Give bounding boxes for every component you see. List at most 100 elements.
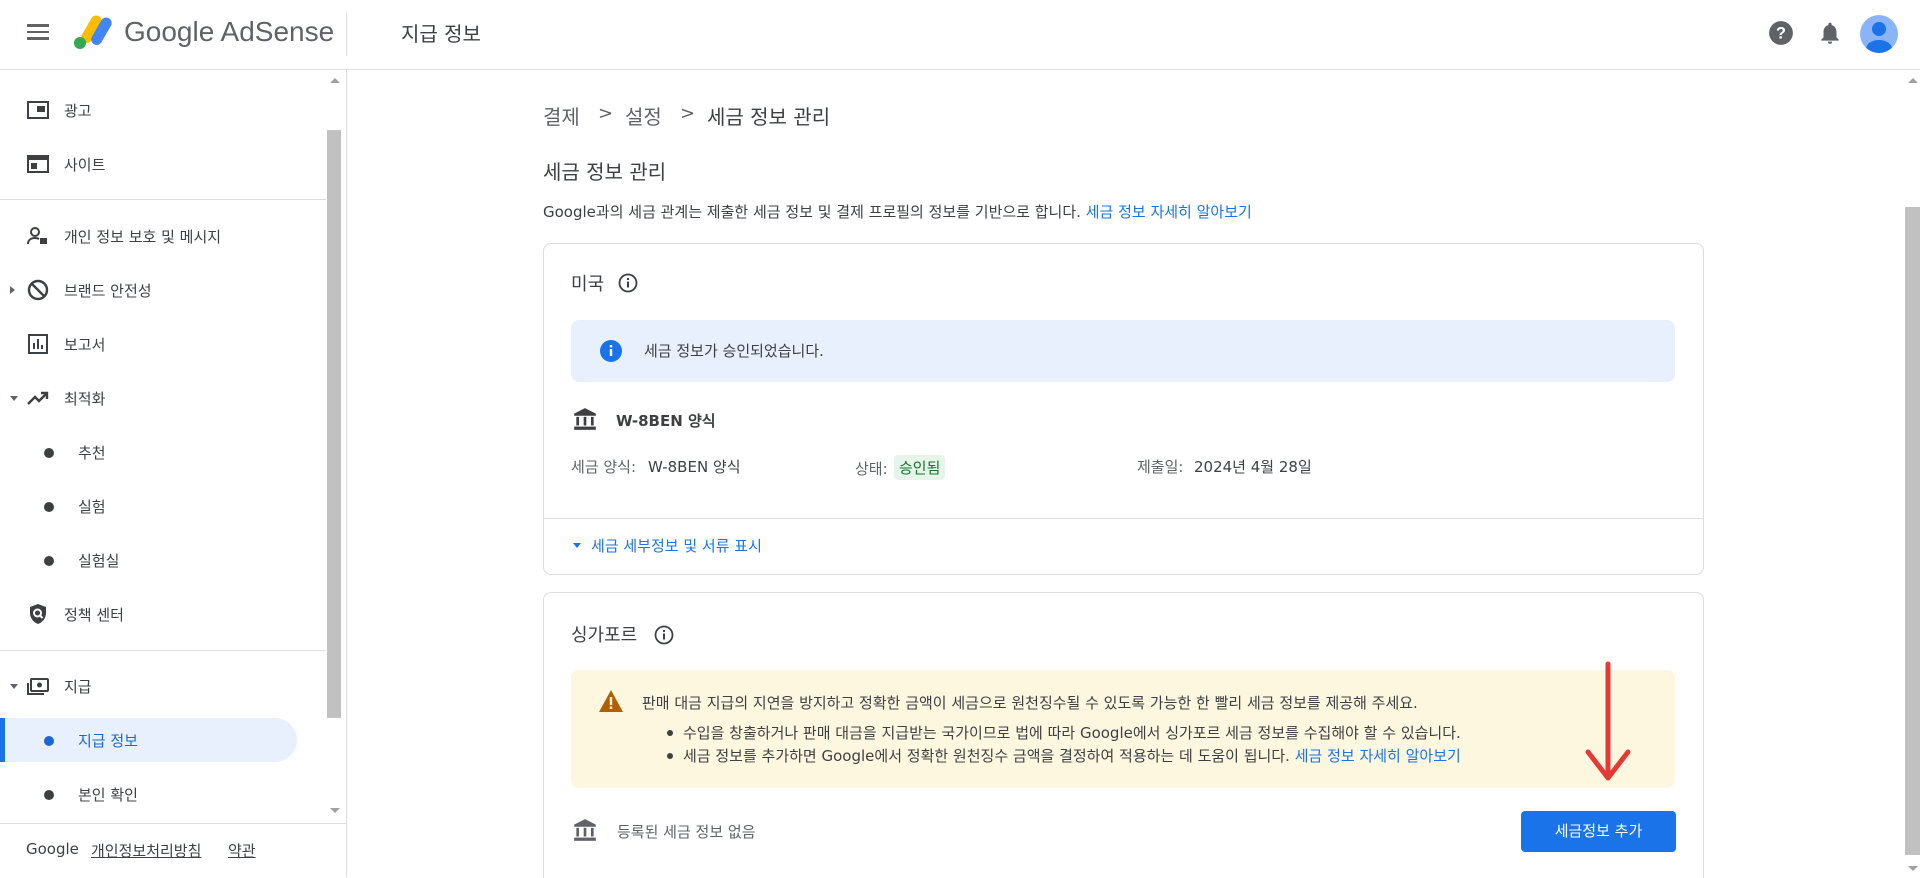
info-filled-icon (600, 340, 622, 362)
reports-icon (28, 334, 48, 354)
scroll-up-arrow-icon[interactable] (330, 78, 340, 83)
bullet-icon (44, 448, 54, 458)
intro-text: Google과의 세금 관계는 제출한 세금 정보 및 결제 프로필의 정보를 … (543, 201, 1252, 222)
clipped-text (543, 62, 683, 70)
sidebar-item-policy-center[interactable]: 정책 센터 (0, 592, 320, 636)
bullet-icon (44, 790, 54, 800)
trending-icon (27, 391, 49, 405)
expand-details-link[interactable]: 세금 세부정보 및 서류 표시 (591, 535, 762, 556)
sidebar-item-ads[interactable]: 광고 (0, 88, 320, 132)
person-icon (1866, 22, 1892, 53)
submitted-value: 2024년 4월 28일 (1194, 458, 1312, 476)
sidebar-item-label: 정책 센터 (64, 606, 124, 624)
annotation-arrow-down-icon (1585, 661, 1631, 781)
sidebar-item-label: 본인 확인 (78, 786, 138, 804)
bullet-icon (44, 502, 54, 512)
chevron-down-icon[interactable] (10, 396, 18, 401)
warning-text: 판매 대금 지급의 지연을 방지하고 정확한 금액이 세금으로 원천징수될 수 … (642, 694, 1418, 712)
payments-icon (27, 678, 49, 695)
banner-text: 세금 정보가 승인되었습니다. (644, 342, 824, 360)
breadcrumb-item-current: 세금 정보 관리 (707, 105, 831, 129)
sidebar-divider (0, 199, 326, 200)
sidebar-item-label: 광고 (64, 102, 92, 120)
form-type-value: W-8BEN 양식 (648, 458, 741, 476)
sidebar-item-experiments[interactable]: 실험 (0, 484, 320, 528)
block-icon (27, 279, 49, 301)
sidebar: 광고 사이트 개인 정보 보호 및 메시지 브랜드 안전성 보고서 최적화 추천… (0, 70, 347, 877)
sidebar-item-label: 사이트 (64, 156, 106, 174)
sidebar-item-label: 지급 정보 (78, 732, 138, 750)
card-divider (544, 518, 1703, 519)
footer-brand: Google (26, 840, 79, 858)
chevron-down-icon (573, 543, 581, 548)
scroll-up-arrow-icon[interactable] (1908, 78, 1918, 83)
page-title: 지급 정보 (401, 22, 481, 46)
notifications-icon[interactable] (1817, 20, 1843, 46)
learn-more-link[interactable]: 세금 정보 자세히 알아보기 (1295, 747, 1461, 765)
scroll-down-arrow-icon[interactable] (330, 808, 340, 813)
sidebar-item-privacy[interactable]: 개인 정보 보호 및 메시지 (0, 214, 320, 258)
chevron-down-icon[interactable] (10, 684, 18, 689)
warning-bullet: 세금 정보를 추가하면 Google에서 정확한 원천징수 금액을 결정하여 적… (667, 745, 1461, 766)
help-icon[interactable]: ? (1768, 20, 1794, 46)
menu-icon[interactable] (20, 20, 56, 48)
chevron-right-icon[interactable] (10, 286, 15, 294)
sidebar-item-label: 브랜드 안전성 (64, 282, 152, 300)
header-divider (346, 12, 347, 56)
scroll-down-arrow-icon[interactable] (1908, 866, 1918, 871)
status-label: 상태: (855, 460, 888, 478)
sidebar-item-label: 추천 (78, 444, 106, 462)
sidebar-divider (0, 650, 326, 651)
breadcrumb-item-payments[interactable]: 결제 (543, 101, 580, 130)
info-outline-icon[interactable] (654, 625, 674, 645)
sidebar-item-payment-info[interactable]: 지급 정보 (0, 718, 297, 762)
sidebar-item-recommendations[interactable]: 추천 (0, 430, 320, 474)
top-app-bar: Google AdSense 지급 정보 ? (0, 0, 1920, 70)
sidebar-item-payments[interactable]: 지급 (0, 664, 320, 708)
terms-link[interactable]: 약관 (228, 840, 256, 861)
adsense-logo-icon (74, 15, 112, 49)
sidebar-item-brand-safety[interactable]: 브랜드 안전성 (0, 268, 320, 312)
policy-icon (30, 604, 46, 624)
brand-name[interactable]: Google AdSense (124, 16, 334, 48)
bullet-icon (44, 736, 54, 746)
svg-text:?: ? (1776, 24, 1786, 42)
card-title: 싱가포르 (571, 625, 638, 646)
us-tax-card: 미국 세금 정보가 승인되었습니다. W-8BEN 양식 세금 양식: W-8B… (543, 243, 1704, 575)
no-tax-info-text: 등록된 세금 정보 없음 (617, 823, 756, 841)
sidebar-item-labs[interactable]: 실험실 (0, 538, 320, 582)
sidebar-scrollbar[interactable] (327, 130, 341, 718)
intro-body: Google과의 세금 관계는 제출한 세금 정보 및 결제 프로필의 정보를 … (543, 203, 1081, 221)
sidebar-item-identity-verification[interactable]: 본인 확인 (0, 772, 320, 816)
sidebar-item-label: 실험 (78, 498, 106, 516)
main-scrollbar[interactable] (1905, 207, 1920, 855)
breadcrumb-item-settings[interactable]: 설정 (625, 101, 662, 130)
breadcrumb-separator: > (680, 103, 696, 124)
sidebar-item-label: 지급 (64, 678, 92, 696)
warning-bullet: 수입을 창출하거나 판매 대금을 지급받는 국가이므로 법에 따라 Google… (667, 724, 1461, 742)
approved-banner: 세금 정보가 승인되었습니다. (571, 320, 1675, 382)
sidebar-footer: Google 개인정보처리방침 약관 (0, 823, 346, 878)
privacy-policy-link[interactable]: 개인정보처리방침 (91, 840, 201, 861)
active-indicator (0, 718, 5, 762)
form-name: W-8BEN 양식 (616, 412, 716, 430)
bank-icon (574, 819, 596, 841)
breadcrumb-separator: > (598, 103, 614, 124)
learn-more-link[interactable]: 세금 정보 자세히 알아보기 (1086, 203, 1252, 221)
submitted-label: 제출일: (1137, 458, 1184, 476)
sidebar-item-label: 실험실 (78, 552, 120, 570)
account-avatar[interactable] (1860, 15, 1898, 53)
sidebar-item-optimization[interactable]: 최적화 (0, 376, 320, 420)
warning-bullet-text: 세금 정보를 추가하면 Google에서 정확한 원천징수 금액을 결정하여 적… (683, 747, 1290, 765)
bank-icon (574, 408, 596, 430)
warning-icon (599, 690, 623, 712)
card-title: 미국 (571, 274, 605, 295)
section-title: 세금 정보 관리 (543, 160, 667, 184)
sidebar-item-label: 개인 정보 보호 및 메시지 (64, 228, 222, 246)
add-tax-info-button[interactable]: 세금정보 추가 (1521, 811, 1676, 852)
form-type-label: 세금 양식: (571, 458, 637, 476)
sidebar-item-reports[interactable]: 보고서 (0, 322, 320, 366)
info-outline-icon[interactable] (618, 273, 638, 293)
sidebar-item-sites[interactable]: 사이트 (0, 142, 320, 186)
sidebar-item-label: 최적화 (64, 390, 106, 408)
